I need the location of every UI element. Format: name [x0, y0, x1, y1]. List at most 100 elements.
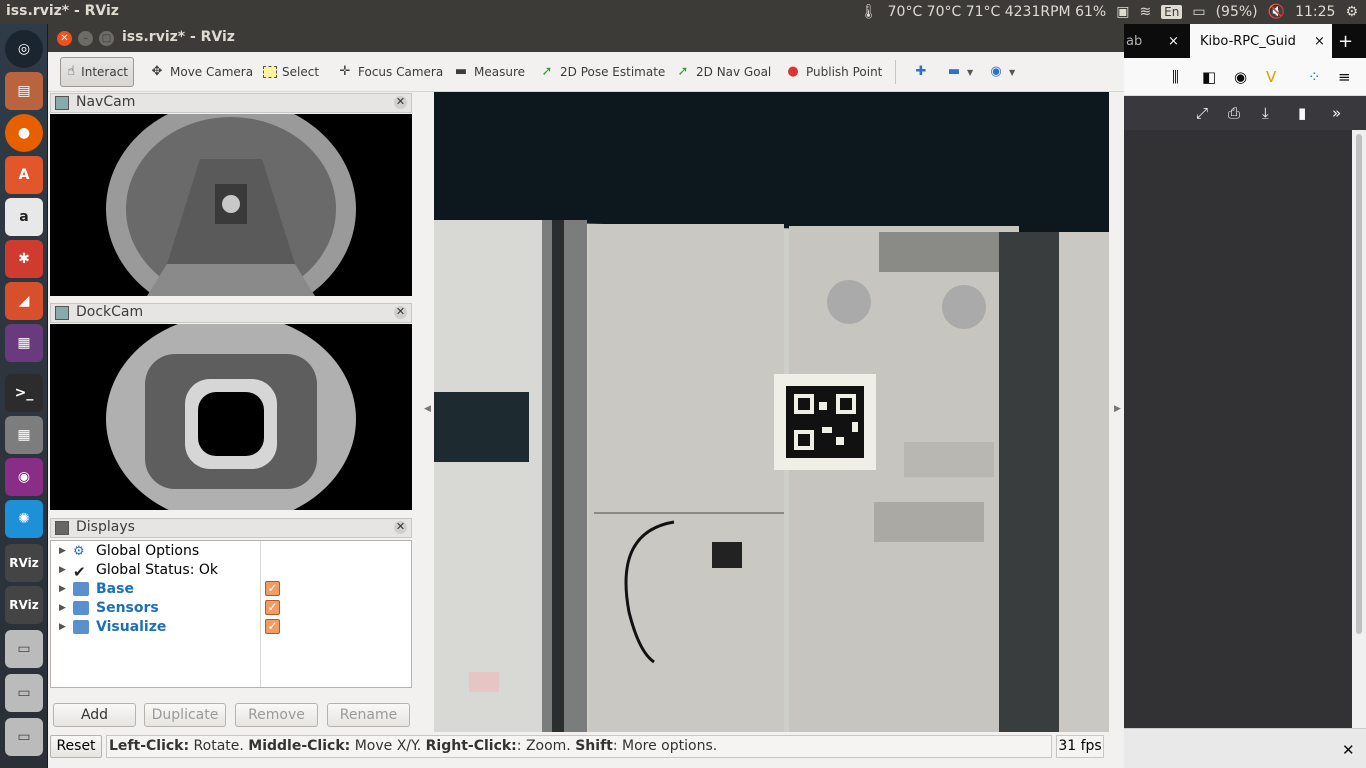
displays-panel-header[interactable]: Displays ✕ — [50, 518, 412, 538]
select-tool-button[interactable]: Select — [258, 57, 324, 87]
files-icon[interactable]: ▤ — [5, 72, 43, 110]
tab-active[interactable]: Kibo-RPC_Guid × — [1190, 24, 1332, 58]
tab-active-label: Kibo-RPC_Guid — [1200, 33, 1296, 49]
focus-camera-label: Focus Camera — [358, 65, 444, 79]
duplicate-button[interactable]: Duplicate — [144, 703, 226, 727]
nav-goal-tool-button[interactable]: ➚ 2D Nav Goal — [670, 57, 776, 87]
new-tab-button[interactable]: + — [1338, 24, 1353, 58]
drive-icon-2[interactable]: ▭ — [5, 674, 43, 712]
reset-button[interactable]: Reset — [50, 735, 102, 758]
thermometer-icon[interactable]: 🌡 — [860, 4, 878, 20]
volume-muted-icon[interactable]: 🔇 — [1268, 4, 1285, 20]
eye-icon: ◉ — [990, 64, 1002, 79]
window-close-icon[interactable]: ✕ — [57, 31, 72, 46]
dash-icon[interactable]: ◎ — [5, 30, 43, 68]
firefox-icon[interactable]: ● — [5, 114, 43, 152]
camera-icon[interactable]: ▣ — [1116, 4, 1129, 20]
library-icon[interactable]: ⫼ — [1172, 68, 1179, 86]
dockcam-panel-header[interactable]: DockCam ✕ — [50, 303, 412, 323]
render-view[interactable] — [434, 92, 1109, 732]
collapse-left-icon[interactable]: ◀ — [424, 404, 431, 414]
download-icon[interactable]: ⤓ — [1262, 104, 1269, 122]
map-pin-icon: ● — [787, 64, 799, 79]
status-shift-key: Shift — [575, 738, 613, 754]
dockcam-view[interactable] — [50, 324, 412, 510]
window-maximize-icon[interactable]: □ — [99, 31, 114, 46]
print-icon[interactable]: ⎙ — [1228, 104, 1240, 122]
power-icon[interactable]: ⚙ — [1345, 4, 1358, 20]
plus-icon: ✚ — [915, 64, 927, 79]
workspace-icon[interactable]: ▦ — [5, 324, 43, 362]
expand-arrow-icon-4[interactable]: ▶ — [59, 603, 66, 613]
remove-tool-button[interactable]: ▬ ▼ — [941, 57, 978, 87]
add-button[interactable]: Add — [53, 703, 136, 727]
clock[interactable]: 11:25 — [1295, 4, 1335, 20]
sensors-checkbox[interactable]: ✓ — [265, 600, 280, 615]
add-tool-button[interactable]: ✚ — [908, 57, 934, 87]
extension-icon[interactable]: V — [1266, 68, 1276, 86]
tree-row-global-options[interactable]: ▶ ⚙ Global Options — [51, 541, 260, 560]
app-icon[interactable]: ◢ — [5, 282, 43, 320]
navcam-view[interactable] — [50, 114, 412, 296]
panels-tool-button[interactable]: ◉ ▼ — [983, 57, 1020, 87]
dockcam-close-icon[interactable]: ✕ — [394, 306, 407, 319]
apps-icon[interactable]: ⁘ — [1308, 68, 1321, 86]
drive-icon-3[interactable]: ▭ — [5, 718, 43, 756]
drive-icon[interactable]: ▭ — [5, 630, 43, 668]
move-camera-label: Move Camera — [170, 65, 254, 79]
global-options-label: Global Options — [96, 542, 200, 559]
calculator-icon[interactable]: ▦ — [5, 416, 43, 454]
tab-close-icon-active[interactable]: × — [1314, 34, 1325, 49]
tab-partial-label: ab — [1126, 33, 1143, 49]
window-minimize-icon[interactable]: – — [78, 31, 93, 46]
status-message: Left-Click: Rotate. Middle-Click: Move X… — [106, 735, 1052, 758]
rename-button[interactable]: Rename — [327, 703, 410, 727]
publish-point-tool-button[interactable]: ● Publish Point — [780, 57, 887, 87]
expand-arrow-icon-2[interactable]: ▶ — [59, 565, 66, 575]
expand-arrow-icon-3[interactable]: ▶ — [59, 584, 66, 594]
settings-icon[interactable]: ✱ — [5, 240, 43, 278]
terminal-icon[interactable]: >_ — [5, 374, 43, 412]
more-tools-icon[interactable]: » — [1332, 104, 1341, 122]
account-icon[interactable]: ◉ — [1234, 68, 1247, 86]
collapse-right-icon[interactable]: ▶ — [1114, 404, 1121, 414]
rviz-icon[interactable]: RViz — [5, 544, 43, 582]
move-camera-tool-button[interactable]: ✥ Move Camera — [144, 57, 258, 87]
software-center-icon[interactable]: A — [5, 156, 43, 194]
expand-arrow-icon[interactable]: ▶ — [59, 546, 66, 556]
sensor-readout[interactable]: 70°C 70°C 71°C 4231RPM 61% — [888, 4, 1107, 20]
amazon-icon[interactable]: a — [5, 198, 43, 236]
wifi-icon[interactable]: ≋ — [1139, 4, 1151, 20]
focus-camera-tool-button[interactable]: ✛ Focus Camera — [332, 57, 448, 87]
tab-partial[interactable]: ab × — [1124, 24, 1188, 58]
base-checkbox[interactable]: ✓ — [265, 581, 280, 596]
fullscreen-icon[interactable]: ⤢ — [1196, 104, 1208, 122]
battery-percent[interactable]: (95%) — [1216, 4, 1258, 20]
tree-row-sensors[interactable]: ▶ Sensors — [51, 598, 260, 617]
pose-estimate-tool-button[interactable]: ➚ 2D Pose Estimate — [534, 57, 670, 87]
findbar-close-icon[interactable]: ✕ — [1342, 741, 1355, 759]
tree-row-base[interactable]: ▶ Base — [51, 579, 260, 598]
reader-toolbar: ⤢ ⎙ ⤓ ▮ » — [1124, 96, 1366, 130]
sidebar-icon[interactable]: ◧ — [1202, 68, 1216, 86]
tree-row-global-status[interactable]: ▶ ✔ Global Status: Ok — [51, 560, 260, 581]
tree-row-visualize[interactable]: ▶ Visualize — [51, 617, 260, 636]
interact-tool-button[interactable]: ☝ Interact — [60, 57, 134, 87]
expand-arrow-icon-5[interactable]: ▶ — [59, 622, 66, 632]
tab-close-icon[interactable]: × — [1168, 34, 1179, 49]
fps-counter: 31 fps — [1056, 735, 1104, 758]
keyboard-layout-badge[interactable]: En — [1161, 5, 1183, 19]
navcam-panel-header[interactable]: NavCam ✕ — [50, 93, 412, 113]
screenshot-icon[interactable]: ◉ — [5, 458, 43, 496]
firefox-scroll-thumb[interactable] — [1356, 134, 1362, 634]
bookmark-icon[interactable]: ▮ — [1298, 104, 1306, 122]
app-blue-icon[interactable]: ✺ — [5, 500, 43, 538]
battery-icon[interactable]: ▭ — [1192, 4, 1205, 20]
navcam-close-icon[interactable]: ✕ — [394, 96, 407, 109]
remove-button[interactable]: Remove — [235, 703, 318, 727]
displays-close-icon[interactable]: ✕ — [394, 521, 407, 534]
menu-icon[interactable]: ≡ — [1338, 68, 1351, 86]
rviz-icon-2[interactable]: RViz — [5, 586, 43, 624]
measure-tool-button[interactable]: ▬ Measure — [448, 57, 530, 87]
visualize-checkbox[interactable]: ✓ — [265, 619, 280, 634]
